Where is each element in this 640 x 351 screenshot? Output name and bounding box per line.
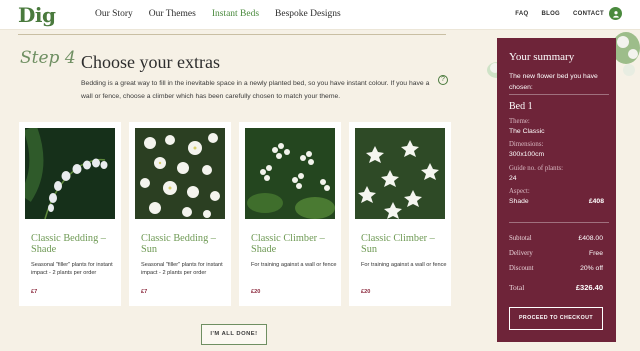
bed-price: £408 (588, 198, 604, 205)
total-value: £326.40 (575, 283, 603, 292)
utility-nav: FAQ BLOG CONTACT (515, 11, 604, 17)
bed-name: Bed 1 (509, 101, 533, 112)
nav-contact[interactable]: CONTACT (573, 11, 604, 17)
aspect-value: Shade (509, 198, 529, 205)
order-summary-panel: Your summary The new flower bed you have… (497, 38, 616, 342)
account-icon[interactable] (609, 7, 622, 20)
nav-faq[interactable]: FAQ (515, 11, 528, 17)
summary-divider (509, 94, 609, 95)
discount-value: 20% off (580, 265, 603, 272)
discount-row: Discount 20% off (509, 265, 603, 272)
discount-label: Discount (509, 265, 534, 272)
subtotal-row: Subtotal £408.00 (509, 235, 603, 242)
delivery-row: Delivery Free (509, 250, 603, 257)
summary-divider (509, 222, 609, 223)
product-title[interactable]: Classic Climber – Sun (361, 233, 445, 255)
proceed-to-checkout-button[interactable]: PROCEED TO CHECKOUT (509, 307, 603, 330)
product-image-hydrangea-climber (245, 128, 335, 219)
nav-our-themes[interactable]: Our Themes (149, 9, 196, 19)
guide-plants-value: 24 (509, 175, 517, 182)
theme-value: The Classic (509, 128, 545, 135)
help-icon[interactable]: ? (438, 75, 448, 85)
delivery-label: Delivery (509, 250, 533, 257)
product-image-lily-of-the-valley (25, 128, 115, 219)
aspect-label: Aspect: (509, 188, 530, 195)
subtotal-label: Subtotal (509, 235, 532, 242)
subtotal-value: £408.00 (578, 235, 603, 242)
product-card[interactable]: Classic Climber – Shade For training aga… (239, 122, 341, 306)
product-price: £7 (31, 289, 38, 295)
product-price: £20 (251, 289, 261, 295)
all-done-button[interactable]: I'M ALL DONE! (201, 324, 267, 345)
total-row: Total £326.40 (509, 283, 603, 292)
guide-plants-label: Guide no. of plants: (509, 165, 563, 172)
extras-list: Classic Bedding – Shade Seasonal "filler… (19, 122, 451, 306)
step-label: Step 4 (20, 48, 76, 68)
page-title: Choose your extras (81, 52, 220, 72)
product-description: For training against a wall or fence (361, 262, 447, 268)
summary-subtitle: The new flower bed you have chosen: (509, 73, 598, 91)
product-card[interactable]: Classic Bedding – Sun Seasonal "filler" … (129, 122, 231, 306)
dimensions-value: 300x100cm (509, 151, 545, 158)
intro-text: Bedding is a great way to fill in the in… (81, 80, 430, 100)
nav-our-story[interactable]: Our Story (95, 9, 133, 19)
summary-heading: Your summary (509, 51, 575, 63)
theme-label: Theme: (509, 118, 530, 125)
nav-blog[interactable]: BLOG (541, 11, 560, 17)
section-divider (18, 34, 446, 35)
product-card[interactable]: Classic Climber – Sun For training again… (349, 122, 451, 306)
site-logo[interactable]: Dig (18, 3, 56, 27)
product-description: For training against a wall or fence (251, 262, 337, 268)
main-nav: Our Story Our Themes Instant Beds Bespok… (95, 9, 341, 19)
delivery-value: Free (589, 250, 603, 257)
product-image-white-blossom (135, 128, 225, 219)
product-title[interactable]: Classic Bedding – Sun (141, 233, 225, 255)
product-price: £7 (141, 289, 148, 295)
product-title[interactable]: Classic Bedding – Shade (31, 233, 115, 255)
product-price: £20 (361, 289, 371, 295)
product-description: Seasonal "filler" plants for instant imp… (31, 262, 113, 276)
total-label: Total (509, 283, 525, 292)
product-card[interactable]: Classic Bedding – Shade Seasonal "filler… (19, 122, 121, 306)
product-image-star-jasmine (355, 128, 445, 219)
nav-instant-beds[interactable]: Instant Beds (212, 9, 259, 19)
dimensions-label: Dimensions: (509, 141, 544, 148)
top-navigation: Dig Our Story Our Themes Instant Beds Be… (0, 0, 640, 30)
product-title[interactable]: Classic Climber – Shade (251, 233, 335, 255)
product-description: Seasonal "filler" plants for instant imp… (141, 262, 223, 276)
nav-bespoke-designs[interactable]: Bespoke Designs (275, 9, 341, 19)
